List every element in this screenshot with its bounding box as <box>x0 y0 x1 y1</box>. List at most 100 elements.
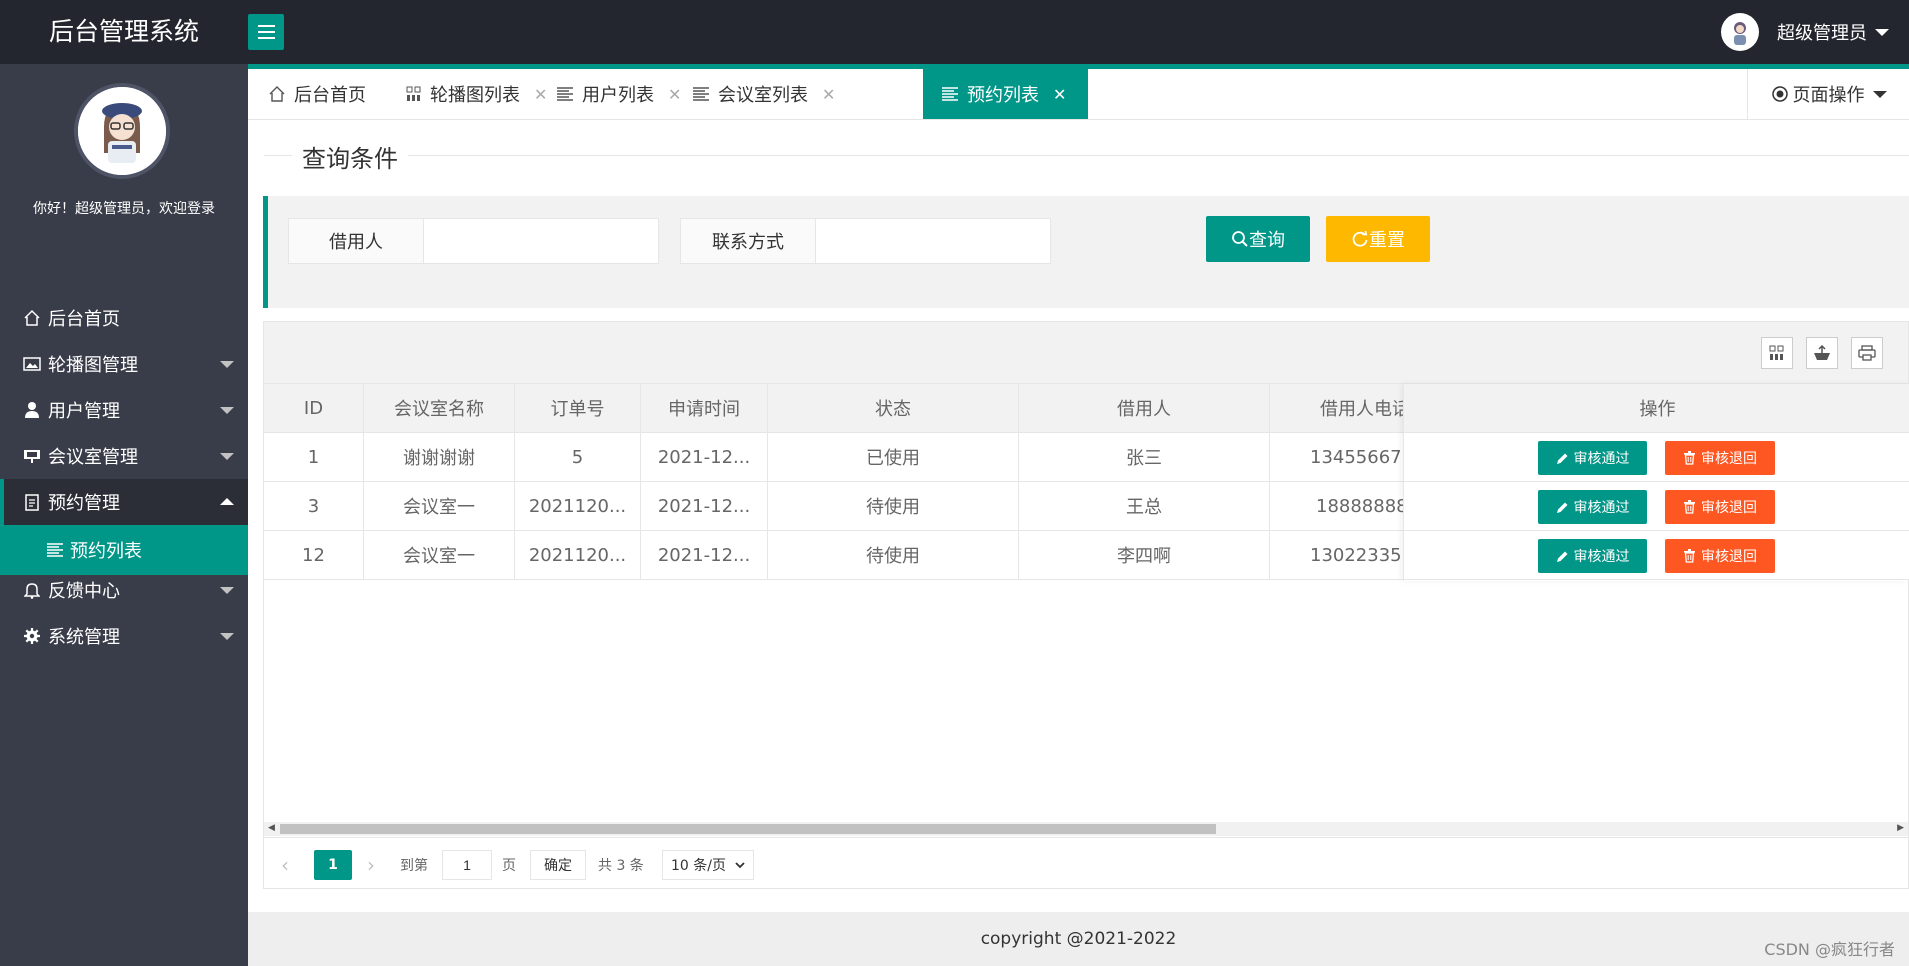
list-icon <box>46 542 64 558</box>
approve-label: 审核通过 <box>1573 500 1630 516</box>
scrollbar-thumb[interactable] <box>280 824 1216 834</box>
chevron-down-icon <box>220 361 234 368</box>
reset-button-label: 重置 <box>1369 230 1405 251</box>
home-icon <box>268 85 286 103</box>
column-header[interactable]: 订单号 <box>515 384 641 432</box>
table-cell: 待使用 <box>768 482 1019 530</box>
horizontal-scrollbar[interactable]: ◀ ▶ <box>264 822 1908 836</box>
reject-button[interactable]: 审核退回 <box>1665 441 1775 475</box>
column-header[interactable]: 状态 <box>768 384 1019 432</box>
sidebar-item-label: 预约管理 <box>48 493 120 514</box>
approve-button[interactable]: 审核通过 <box>1538 441 1647 475</box>
watermark: CSDN @疯狂行者 <box>1764 940 1895 959</box>
data-table: ID 会议室名称 订单号 申请时间 状态 借用人 借用人电话 1 谢谢谢谢 5 … <box>263 321 1909 889</box>
sidebar-item-label: 轮播图管理 <box>48 355 138 376</box>
hamburger-icon <box>258 25 275 27</box>
page-number-current[interactable]: 1 <box>314 850 352 880</box>
table-cell: 谢谢谢谢 <box>364 433 515 481</box>
export-button[interactable] <box>1806 337 1838 369</box>
goto-page-input[interactable] <box>442 850 492 880</box>
user-icon <box>22 400 42 420</box>
goto-label: 到第 <box>400 858 428 874</box>
sidebar-item-system[interactable]: 系统管理 <box>0 608 248 664</box>
tab-reservation-list[interactable]: 预约列表 ✕ <box>923 69 1088 119</box>
column-header[interactable]: 申请时间 <box>641 384 768 432</box>
tab-home[interactable]: 后台首页 <box>250 69 384 119</box>
trash-icon <box>1683 451 1696 465</box>
table-cell: 1 <box>264 433 364 481</box>
sidebar-avatar <box>74 83 170 179</box>
approve-button[interactable]: 审核通过 <box>1538 490 1647 524</box>
borrower-input[interactable] <box>423 218 659 264</box>
table-cell: 王总 <box>1019 482 1270 530</box>
goto-confirm-button[interactable]: 确定 <box>530 850 586 880</box>
prev-page-icon[interactable]: ‹ <box>278 850 292 880</box>
list-icon <box>556 86 574 102</box>
app-title: 后台管理系统 <box>48 17 199 46</box>
scroll-right-icon[interactable]: ▶ <box>1897 823 1904 833</box>
column-header[interactable]: ID <box>264 384 364 432</box>
scroll-left-icon[interactable]: ◀ <box>268 823 275 833</box>
column-header[interactable]: 借用人 <box>1019 384 1270 432</box>
contact-input[interactable] <box>815 218 1051 264</box>
approve-button[interactable]: 审核通过 <box>1538 539 1647 573</box>
tab-label: 用户列表 <box>582 85 654 106</box>
sidebar-item-reservations[interactable]: 预约管理 <box>0 479 248 525</box>
close-icon[interactable]: ✕ <box>1053 85 1066 104</box>
page-operations-dropdown[interactable]: 页面操作 <box>1747 69 1909 119</box>
table-cell: 13455667788 <box>1270 433 1404 481</box>
chevron-down-icon <box>220 407 234 414</box>
radio-icon <box>1771 86 1788 102</box>
avatar <box>1721 13 1759 51</box>
next-page-icon[interactable]: › <box>364 850 378 880</box>
footer: copyright @2021-2022 <box>248 912 1909 966</box>
search-icon <box>1232 231 1248 247</box>
approve-label: 审核通过 <box>1573 451 1630 467</box>
table-cell: 18888888888 <box>1270 482 1404 530</box>
list-icon <box>692 86 710 102</box>
approve-label: 审核通过 <box>1573 549 1630 565</box>
table-cell: 2021-12... <box>641 531 768 579</box>
list-icon <box>941 86 959 102</box>
table-cell: 13022335566 <box>1270 531 1404 579</box>
sidebar-item-label: 系统管理 <box>48 627 120 648</box>
trash-icon <box>1683 549 1696 563</box>
reject-button[interactable]: 审核退回 <box>1665 490 1775 524</box>
sidebar-item-label: 后台首页 <box>48 309 120 330</box>
search-form: 借用人 联系方式 查询 重置 <box>263 196 1909 308</box>
chevron-up-icon <box>220 498 234 505</box>
column-header[interactable]: 借用人电话 <box>1270 384 1404 432</box>
pencil-icon <box>1556 452 1569 465</box>
grid-icon <box>406 86 422 102</box>
table-cell: 张三 <box>1019 433 1270 481</box>
bell-icon <box>22 580 42 600</box>
operations-column: 操作 审核通过 审核退回 审核通过 审核退回 审核通过 审核退回 <box>1403 384 1909 581</box>
chevron-down-icon <box>1872 90 1887 98</box>
sidebar-item-rooms[interactable]: 会议室管理 <box>0 428 248 484</box>
table-cell: 已使用 <box>768 433 1019 481</box>
columns-icon <box>1769 345 1784 360</box>
user-menu[interactable]: 超级管理员 <box>1721 0 1889 64</box>
contact-label: 联系方式 <box>680 218 816 264</box>
welcome-text: 你好！超级管理员，欢迎登录 <box>33 201 215 217</box>
refresh-icon <box>1352 230 1368 247</box>
menu-toggle-button[interactable] <box>248 14 284 50</box>
columns-filter-button[interactable] <box>1761 337 1793 369</box>
query-legend: 查询条件 <box>292 139 408 174</box>
column-header: 操作 <box>1404 384 1909 433</box>
chevron-down-icon <box>220 587 234 594</box>
reject-button[interactable]: 审核退回 <box>1665 539 1775 573</box>
reset-button[interactable]: 重置 <box>1326 216 1430 262</box>
tab-room-list[interactable]: 会议室列表 ✕ <box>674 69 853 119</box>
table-toolbar <box>264 322 1908 384</box>
trash-icon <box>1683 500 1696 514</box>
tab-label: 后台首页 <box>294 85 366 106</box>
sidebar-item-label: 会议室管理 <box>48 447 138 468</box>
close-icon[interactable]: ✕ <box>822 85 835 104</box>
operations-row: 审核通过 审核退回 <box>1404 433 1909 482</box>
print-button[interactable] <box>1851 337 1883 369</box>
column-header[interactable]: 会议室名称 <box>364 384 515 432</box>
search-button[interactable]: 查询 <box>1206 216 1310 262</box>
note-icon <box>22 492 42 512</box>
page-size-select[interactable]: 10 条/页 <box>662 850 754 880</box>
